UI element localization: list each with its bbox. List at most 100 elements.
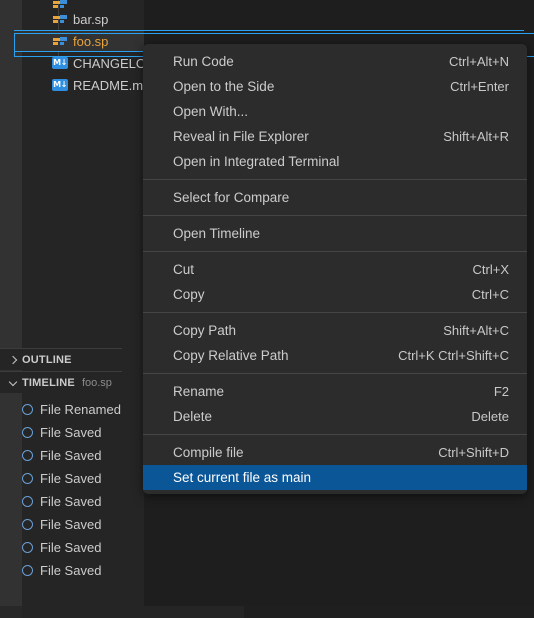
chevron-right-icon — [6, 353, 20, 367]
timeline-item[interactable]: File Renamed — [0, 398, 122, 421]
timeline-item-label: File Saved — [40, 425, 102, 440]
markdown-icon: M↓ — [52, 79, 68, 91]
menu-item-label: Run Code — [173, 54, 234, 69]
menu-item-label: Reveal in File Explorer — [173, 129, 309, 144]
menu-item-shortcut: F2 — [493, 384, 509, 399]
timeline-item[interactable]: File Saved — [0, 444, 122, 467]
menu-item-label: Open With... — [173, 104, 249, 119]
file-context-menu[interactable]: Run Code Ctrl+Alt+N Open to the Side Ctrl+E… — [143, 44, 527, 494]
timeline-title: TIMELINE — [22, 376, 75, 389]
menu-item[interactable]: Compile file Ctrl+Shift+D — [143, 440, 527, 465]
timeline-item[interactable]: File Saved — [0, 421, 122, 444]
menu-item-label: Open to the Side — [173, 79, 275, 94]
circle-icon — [22, 565, 33, 576]
menu-item-shortcut: Ctrl+K Ctrl+Shift+C — [398, 348, 509, 363]
menu-item-label: Open Timeline — [173, 226, 261, 241]
menu-separator — [143, 179, 527, 180]
timeline-section-header[interactable]: TIMELINE foo.sp — [0, 371, 122, 393]
menu-item-label: Compile file — [173, 445, 244, 460]
circle-icon — [22, 496, 33, 507]
circle-icon — [22, 450, 33, 461]
circle-icon — [22, 427, 33, 438]
circle-icon — [22, 404, 33, 415]
menu-item-label: Cut — [173, 262, 195, 277]
sp-file-icon — [52, 11, 68, 27]
menu-item-label: Select for Compare — [173, 190, 290, 205]
menu-item-label: Delete — [173, 409, 213, 424]
file-tree-row[interactable] — [22, 0, 144, 8]
file-tree[interactable]: bar.sp foo.sp M↓ CHANGELOG.md M↓ README.md — [14, 0, 524, 96]
menu-item-label: Copy — [173, 287, 205, 302]
outline-section: OUTLINE — [0, 348, 122, 370]
circle-icon — [22, 542, 33, 553]
status-bar-left — [0, 606, 22, 618]
file-tree-row[interactable]: M↓ README.md — [22, 74, 144, 96]
menu-separator — [143, 312, 527, 313]
menu-item-shortcut: Delete — [471, 409, 509, 424]
file-tree-row[interactable]: bar.sp — [22, 8, 144, 30]
menu-item-shortcut: Shift+Alt+R — [443, 129, 509, 144]
menu-item-shortcut: Ctrl+X — [472, 262, 509, 277]
menu-item[interactable]: Copy Path Shift+Alt+C — [143, 318, 527, 343]
timeline-section: TIMELINE foo.sp — [0, 371, 122, 393]
menu-item[interactable]: Reveal in File Explorer Shift+Alt+R — [143, 124, 527, 149]
file-name-label: bar.sp — [73, 11, 109, 27]
menu-item-shortcut: Shift+Alt+C — [443, 323, 509, 338]
menu-item[interactable]: Copy Ctrl+C — [143, 282, 527, 307]
menu-item-label: Set current file as main — [173, 470, 312, 485]
menu-item[interactable]: Open With... — [143, 99, 527, 124]
timeline-item-label: File Saved — [40, 563, 102, 578]
markdown-icon: M↓ — [52, 57, 68, 69]
timeline-item[interactable]: File Saved — [0, 513, 122, 536]
timeline-item[interactable]: File Saved — [0, 490, 122, 513]
timeline-item-label: File Saved — [40, 448, 102, 463]
menu-item-shortcut: Ctrl+Shift+D — [438, 445, 509, 460]
chevron-down-icon — [6, 376, 20, 390]
menu-item[interactable]: Rename F2 — [143, 379, 527, 404]
file-name-label: foo.sp — [73, 33, 109, 49]
timeline-item-label: File Saved — [40, 494, 102, 509]
outline-title: OUTLINE — [22, 353, 72, 366]
outline-section-header[interactable]: OUTLINE — [0, 348, 122, 370]
vscode-window: bar.sp foo.sp M↓ CHANGELOG.md M↓ README.md OU… — [0, 0, 534, 618]
sp-file-icon — [52, 0, 68, 8]
circle-icon — [22, 519, 33, 530]
menu-item[interactable]: Cut Ctrl+X — [143, 257, 527, 282]
menu-item[interactable]: Open in Integrated Terminal — [143, 149, 527, 174]
circle-icon — [22, 473, 33, 484]
menu-item-label: Copy Relative Path — [173, 348, 289, 363]
menu-item-shortcut: Ctrl+Alt+N — [449, 54, 509, 69]
status-bar — [0, 606, 534, 618]
menu-item[interactable]: Set current file as main — [143, 465, 527, 490]
timeline-item[interactable]: File Saved — [0, 559, 122, 582]
timeline-item[interactable]: File Saved — [0, 536, 122, 559]
menu-item-label: Open in Integrated Terminal — [173, 154, 340, 169]
timeline-item[interactable]: File Saved — [0, 467, 122, 490]
timeline-item-label: File Saved — [40, 517, 102, 532]
timeline-item-label: File Saved — [40, 540, 102, 555]
menu-item[interactable]: Copy Relative Path Ctrl+K Ctrl+Shift+C — [143, 343, 527, 368]
menu-item[interactable]: Select for Compare — [143, 185, 527, 210]
timeline-item-label: File Renamed — [40, 402, 121, 417]
menu-item-shortcut: Ctrl+Enter — [450, 79, 509, 94]
menu-separator — [143, 251, 527, 252]
menu-item[interactable]: Open Timeline — [143, 221, 527, 246]
timeline-list[interactable]: File Renamed File Saved File Saved File Sav… — [0, 398, 122, 582]
menu-separator — [143, 373, 527, 374]
menu-item-label: Copy Path — [173, 323, 237, 338]
selected-row-top-border — [14, 33, 534, 34]
menu-item[interactable]: Open to the Side Ctrl+Enter — [143, 74, 527, 99]
menu-item[interactable]: Delete Delete — [143, 404, 527, 429]
menu-separator — [143, 215, 527, 216]
timeline-subtitle: foo.sp — [81, 376, 112, 389]
menu-separator — [143, 434, 527, 435]
file-name-label: README.md — [73, 77, 144, 93]
menu-item-shortcut: Ctrl+C — [471, 287, 509, 302]
menu-item-label: Rename — [173, 384, 225, 399]
status-bar-middle — [22, 606, 244, 618]
selected-row-left-border — [14, 33, 15, 57]
file-name-label: CHANGELOG.md — [73, 55, 144, 71]
menu-item[interactable]: Run Code Ctrl+Alt+N — [143, 49, 527, 74]
timeline-item-label: File Saved — [40, 471, 102, 486]
sp-file-icon — [52, 33, 68, 49]
